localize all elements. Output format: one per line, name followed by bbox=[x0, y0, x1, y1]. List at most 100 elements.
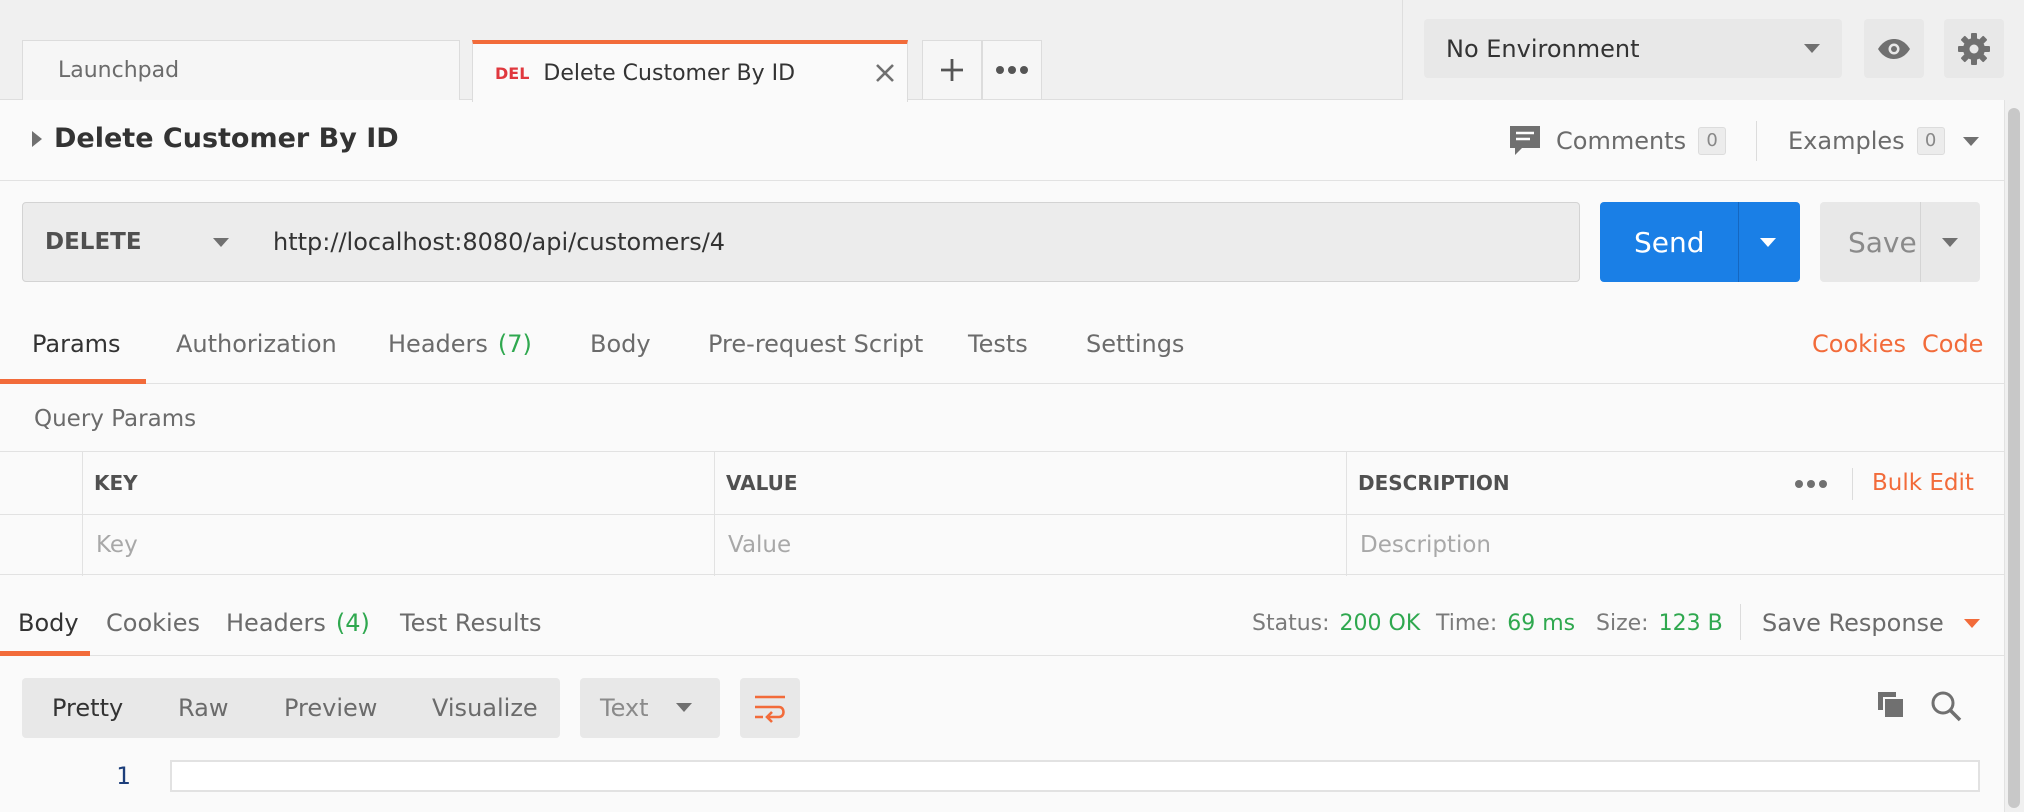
tab-launchpad[interactable]: Launchpad bbox=[22, 40, 460, 100]
tab-prerequest-label: Pre-request Script bbox=[708, 330, 924, 358]
search-button[interactable] bbox=[1930, 690, 1962, 726]
response-tab-body[interactable]: Body bbox=[0, 590, 90, 656]
response-status: Status: 200 OK bbox=[1252, 590, 1420, 656]
more-tabs-button[interactable] bbox=[982, 40, 1042, 99]
column-header-description: DESCRIPTION bbox=[1358, 471, 1510, 495]
tab-authorization[interactable]: Authorization bbox=[176, 304, 337, 384]
tab-tests-label: Tests bbox=[968, 330, 1028, 358]
response-tab-test-results-label: Test Results bbox=[400, 609, 542, 637]
line-number: 1 bbox=[116, 762, 131, 790]
send-label: Send bbox=[1634, 226, 1705, 259]
comments-count-badge: 0 bbox=[1698, 127, 1727, 155]
response-tab-cookies-label: Cookies bbox=[106, 609, 200, 637]
examples-button[interactable]: Examples 0 bbox=[1788, 121, 1979, 161]
method-selector[interactable]: DELETE bbox=[22, 202, 254, 282]
code-link-label: Code bbox=[1922, 330, 1984, 358]
view-mode-visualize[interactable]: Visualize bbox=[432, 678, 538, 738]
description-input[interactable]: Description bbox=[1346, 514, 2004, 576]
bulk-edit-link[interactable]: Bulk Edit bbox=[1860, 452, 1974, 514]
environment-selector[interactable]: No Environment bbox=[1424, 19, 1842, 78]
response-time: Time: 69 ms bbox=[1436, 590, 1575, 656]
wrap-lines-button[interactable] bbox=[740, 678, 800, 738]
copy-icon bbox=[1878, 692, 1905, 719]
tab-settings[interactable]: Settings bbox=[1086, 304, 1184, 384]
tab-params-label: Params bbox=[32, 330, 121, 358]
request-tab-bar: Launchpad DEL Delete Customer By ID bbox=[0, 0, 1402, 102]
tab-prerequest-script[interactable]: Pre-request Script bbox=[708, 304, 923, 384]
chevron-down-icon bbox=[1963, 618, 1980, 628]
view-mode-raw[interactable]: Raw bbox=[178, 678, 228, 738]
format-label: Text bbox=[600, 694, 649, 722]
view-mode-label: Visualize bbox=[432, 694, 538, 722]
copy-button[interactable] bbox=[1876, 690, 1906, 724]
cookies-link[interactable]: Cookies bbox=[1812, 304, 1906, 384]
tab-headers[interactable]: Headers (7) bbox=[388, 304, 532, 384]
time-value: 69 ms bbox=[1507, 610, 1576, 636]
response-size: Size: 123 B bbox=[1596, 590, 1723, 656]
caret-right-icon[interactable] bbox=[32, 131, 42, 147]
tab-body-label: Body bbox=[590, 330, 651, 358]
response-tab-headers-label: Headers bbox=[226, 609, 326, 637]
send-button[interactable]: Send bbox=[1600, 202, 1800, 282]
tab-authorization-label: Authorization bbox=[176, 330, 337, 358]
column-header-key: KEY bbox=[94, 471, 138, 495]
chevron-down-icon[interactable] bbox=[1760, 238, 1776, 247]
table-options-button[interactable] bbox=[1794, 474, 1828, 493]
settings-button[interactable] bbox=[1944, 19, 2004, 78]
environment-label: No Environment bbox=[1446, 34, 1640, 63]
query-params-table: KEY VALUE DESCRIPTION Bulk Edit Key Valu… bbox=[0, 451, 2004, 576]
code-link[interactable]: Code bbox=[1922, 304, 1983, 384]
tab-body[interactable]: Body bbox=[590, 304, 651, 384]
save-response-button[interactable]: Save Response bbox=[1762, 590, 1980, 656]
tab-settings-label: Settings bbox=[1086, 330, 1185, 358]
save-button[interactable]: Save bbox=[1820, 202, 1980, 282]
request-tabs: Params Authorization Headers (7) Body Pr… bbox=[0, 304, 2004, 384]
more-icon bbox=[1795, 480, 1827, 488]
cookies-link-label: Cookies bbox=[1812, 330, 1906, 358]
examples-label: Examples bbox=[1788, 127, 1905, 155]
value-input[interactable]: Value bbox=[714, 514, 1346, 576]
chevron-down-icon bbox=[676, 703, 692, 712]
url-text: http://localhost:8080/api/customers/4 bbox=[273, 228, 726, 256]
response-divider bbox=[1740, 604, 1741, 640]
size-label: Size: bbox=[1596, 610, 1649, 636]
scrollbar-thumb[interactable] bbox=[2008, 108, 2020, 808]
url-input[interactable]: http://localhost:8080/api/customers/4 bbox=[253, 202, 1580, 282]
response-headers-count: (4) bbox=[335, 609, 370, 637]
status-value: 200 OK bbox=[1339, 610, 1421, 636]
view-mode-pretty[interactable]: Pretty bbox=[52, 678, 123, 738]
view-mode-preview[interactable]: Preview bbox=[284, 678, 377, 738]
close-icon[interactable] bbox=[873, 61, 897, 85]
response-tab-headers[interactable]: Headers (4) bbox=[226, 590, 370, 656]
search-icon bbox=[1931, 691, 1962, 722]
header-divider bbox=[1852, 468, 1853, 500]
tab-params[interactable]: Params bbox=[0, 304, 146, 384]
tab-label: Launchpad bbox=[58, 58, 180, 83]
column-header-value: VALUE bbox=[726, 471, 798, 495]
chevron-down-icon bbox=[1962, 136, 1979, 146]
send-divider bbox=[1738, 202, 1739, 282]
response-body-editor[interactable] bbox=[170, 760, 1980, 792]
time-label: Time: bbox=[1436, 610, 1498, 636]
tab-tests[interactable]: Tests bbox=[968, 304, 1028, 384]
more-icon bbox=[996, 66, 1028, 74]
save-divider bbox=[1920, 202, 1921, 282]
response-tab-cookies[interactable]: Cookies bbox=[106, 590, 200, 656]
comments-label: Comments bbox=[1556, 127, 1687, 155]
response-tab-test-results[interactable]: Test Results bbox=[400, 590, 542, 656]
request-title[interactable]: Delete Customer By ID bbox=[54, 123, 399, 154]
gear-icon bbox=[1958, 32, 1990, 65]
view-mode-label: Pretty bbox=[52, 694, 124, 722]
comments-button[interactable]: Comments 0 bbox=[1508, 121, 1727, 161]
environment-quick-look-button[interactable] bbox=[1864, 19, 1924, 78]
chevron-down-icon[interactable] bbox=[1942, 238, 1958, 247]
request-header: Delete Customer By ID Comments 0 Example… bbox=[0, 101, 2004, 181]
view-mode-segmented-control: Pretty Raw Preview Visualize bbox=[22, 678, 560, 738]
key-input[interactable]: Key bbox=[82, 514, 714, 576]
save-label: Save bbox=[1848, 226, 1917, 259]
save-response-label: Save Response bbox=[1762, 609, 1944, 637]
tab-delete-customer[interactable]: DEL Delete Customer By ID bbox=[472, 40, 908, 102]
view-mode-label: Preview bbox=[284, 694, 378, 722]
new-tab-button[interactable] bbox=[922, 40, 982, 99]
format-selector[interactable]: Text bbox=[580, 678, 720, 738]
